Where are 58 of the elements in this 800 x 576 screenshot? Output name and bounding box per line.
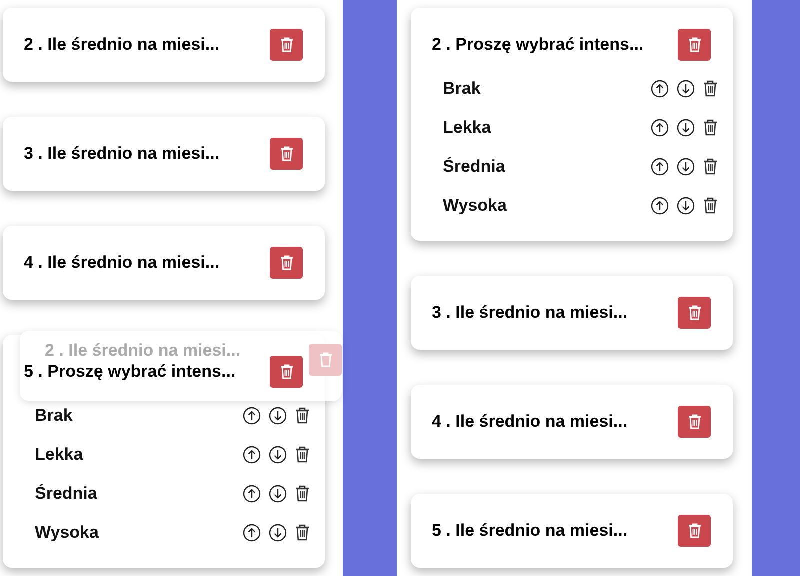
delete-button[interactable] — [678, 297, 711, 329]
move-up-icon[interactable] — [651, 158, 669, 176]
move-down-icon[interactable] — [269, 524, 287, 542]
move-up-icon[interactable] — [243, 524, 261, 542]
move-down-icon[interactable] — [677, 158, 695, 176]
delete-button[interactable] — [678, 515, 711, 547]
trash-icon — [688, 305, 702, 321]
trash-icon[interactable] — [703, 80, 718, 97]
delete-button[interactable] — [270, 138, 303, 170]
trash-icon[interactable] — [295, 524, 310, 541]
option-label: Brak — [443, 78, 481, 98]
option-label: Lekka — [35, 444, 84, 464]
option-label: Wysoka — [443, 196, 507, 216]
move-down-icon[interactable] — [269, 484, 287, 502]
move-down-icon[interactable] — [677, 118, 695, 136]
move-down-icon[interactable] — [269, 446, 287, 464]
option-label: Brak — [35, 406, 73, 426]
delete-button[interactable] — [678, 406, 711, 438]
trash-icon — [688, 523, 702, 539]
question-title: 2 . Ile średnio na miesi... — [45, 341, 241, 361]
move-down-icon[interactable] — [269, 406, 287, 424]
move-up-icon[interactable] — [651, 80, 669, 98]
trash-icon — [280, 364, 294, 380]
delete-button[interactable] — [270, 29, 303, 61]
question-title: 5 . Ile średnio na miesi... — [432, 521, 628, 541]
question-title: 2 . Proszę wybrać intens... — [432, 35, 644, 55]
trash-icon — [280, 255, 294, 271]
delete-button[interactable] — [270, 356, 303, 388]
move-up-icon[interactable] — [243, 484, 261, 502]
option-label: Lekka — [443, 118, 492, 138]
trash-icon[interactable] — [295, 407, 310, 424]
trash-icon — [318, 352, 332, 368]
move-up-icon[interactable] — [651, 118, 669, 136]
question-title: 4 . Ile średnio na miesi... — [24, 253, 220, 273]
trash-icon — [280, 146, 294, 162]
option-label: Wysoka — [35, 522, 99, 542]
trash-icon — [280, 37, 294, 53]
trash-icon — [688, 37, 702, 53]
trash-icon[interactable] — [703, 158, 718, 175]
move-down-icon[interactable] — [677, 80, 695, 98]
option-label: Średnia — [443, 156, 506, 176]
question-title: 4 . Ile średnio na miesi... — [432, 412, 628, 432]
question-title: 3 . Ile średnio na miesi... — [24, 144, 220, 164]
option-label: Średnia — [35, 484, 98, 504]
move-up-icon[interactable] — [243, 406, 261, 424]
trash-icon[interactable] — [295, 446, 310, 463]
trash-icon[interactable] — [703, 197, 718, 214]
move-down-icon[interactable] — [677, 196, 695, 214]
trash-icon[interactable] — [295, 485, 310, 502]
delete-button[interactable] — [678, 29, 711, 61]
move-up-icon[interactable] — [243, 446, 261, 464]
question-title: 5 . Proszę wybrać intens... — [24, 362, 236, 382]
move-up-icon[interactable] — [651, 196, 669, 214]
delete-button[interactable] — [270, 247, 303, 279]
question-title: 2 . Ile średnio na miesi... — [24, 35, 220, 55]
trash-icon — [688, 414, 702, 430]
question-title: 3 . Ile średnio na miesi... — [432, 303, 628, 323]
trash-icon[interactable] — [703, 119, 718, 136]
